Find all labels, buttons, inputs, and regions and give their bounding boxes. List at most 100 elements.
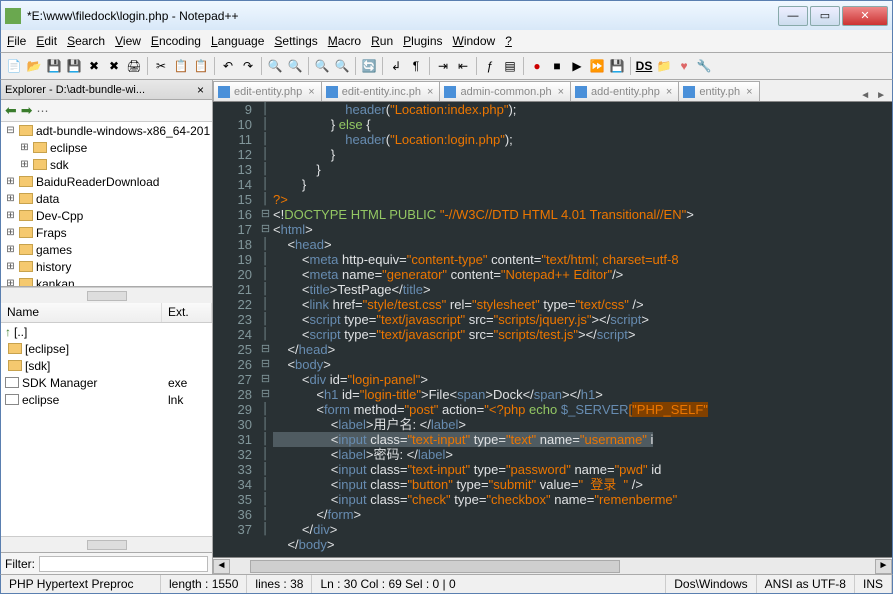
menu-run[interactable]: Run — [371, 34, 393, 48]
play-multi-icon[interactable]: ⏩ — [588, 57, 606, 75]
status-position: Ln : 30 Col : 69 Sel : 0 | 0 — [312, 575, 666, 593]
tab-close-icon[interactable]: × — [306, 86, 316, 98]
zoom-out-icon[interactable]: 🔍 — [333, 57, 351, 75]
map-icon[interactable]: ▤ — [501, 57, 519, 75]
tabs-left-icon[interactable]: ◄ — [858, 90, 872, 101]
app-icon — [5, 8, 21, 24]
cut-icon[interactable]: ✂ — [152, 57, 170, 75]
open-file-icon[interactable]: 📂 — [25, 57, 43, 75]
close-all-icon[interactable]: ✖ — [105, 57, 123, 75]
tree-row[interactable]: ⊞games — [1, 241, 212, 258]
tab-close-icon[interactable]: × — [664, 86, 674, 98]
fav-icon[interactable]: ♥ — [675, 57, 693, 75]
menu-edit[interactable]: Edit — [36, 34, 57, 48]
tab-close-icon[interactable]: × — [744, 86, 754, 98]
maximize-button[interactable]: ▭ — [810, 6, 840, 26]
tree-row[interactable]: ⊟adt-bundle-windows-x86_64-201 — [1, 122, 212, 139]
editor-tab[interactable]: edit-entity.php× — [213, 81, 322, 101]
wrap-icon[interactable]: ↲ — [387, 57, 405, 75]
save-macro-icon[interactable]: 💾 — [608, 57, 626, 75]
explorer-icon[interactable]: 📁 — [655, 57, 673, 75]
list-scrollbar[interactable] — [1, 536, 212, 552]
explorer-header: Explorer - D:\adt-bundle-wi... × — [1, 80, 212, 100]
outdent-icon[interactable]: ⇤ — [454, 57, 472, 75]
status-insert: INS — [855, 575, 892, 593]
func-list-icon[interactable]: ƒ — [481, 57, 499, 75]
menu-search[interactable]: Search — [67, 34, 105, 48]
editor-tab[interactable]: admin-common.ph× — [439, 81, 571, 101]
list-item[interactable]: [eclipse] — [1, 340, 212, 357]
filter-label: Filter: — [5, 557, 35, 571]
nav-fwd-icon[interactable]: ➡ — [21, 102, 33, 119]
tree-row[interactable]: ⊞history — [1, 258, 212, 275]
list-item[interactable]: eclipselnk — [1, 391, 212, 408]
plugin-icon[interactable]: 🔧 — [695, 57, 713, 75]
tree-row[interactable]: ⊞eclipse — [1, 139, 212, 156]
explorer-close-icon[interactable]: × — [193, 83, 208, 97]
sync-icon[interactable]: 🔄 — [360, 57, 378, 75]
tree-row[interactable]: ⊞BaiduReaderDownload — [1, 173, 212, 190]
explorer-panel: Explorer - D:\adt-bundle-wi... × ⬅ ➡ ⋯ ⊟… — [1, 80, 213, 574]
list-item[interactable]: ↑[..] — [1, 323, 212, 340]
play-icon[interactable]: ▶ — [568, 57, 586, 75]
menu-window[interactable]: Window — [453, 34, 496, 48]
menu-?[interactable]: ? — [505, 34, 512, 48]
editor-hscrollbar[interactable]: ◄ ► — [213, 557, 892, 574]
tree-row[interactable]: ⊞kankan — [1, 275, 212, 287]
tree-row[interactable]: ⊞Fraps — [1, 224, 212, 241]
col-ext[interactable]: Ext. — [162, 303, 212, 322]
nav-more-icon[interactable]: ⋯ — [36, 104, 48, 118]
tree-row[interactable]: ⊞data — [1, 190, 212, 207]
code-editor[interactable]: header("Location:index.php"); } else { h… — [273, 102, 892, 557]
editor-tabs: edit-entity.php×edit-entity.inc.ph×admin… — [213, 80, 892, 102]
save-all-icon[interactable]: 💾 — [65, 57, 83, 75]
folder-tree[interactable]: ⊟adt-bundle-windows-x86_64-201⊞eclipse⊞s… — [1, 122, 212, 287]
new-file-icon[interactable]: 📄 — [5, 57, 23, 75]
replace-icon[interactable]: 🔍 — [286, 57, 304, 75]
tree-row[interactable]: ⊞sdk — [1, 156, 212, 173]
tab-close-icon[interactable]: × — [425, 86, 435, 98]
record-icon[interactable]: ● — [528, 57, 546, 75]
stop-icon[interactable]: ■ — [548, 57, 566, 75]
menu-plugins[interactable]: Plugins — [403, 34, 442, 48]
fold-column[interactable]: │││││││⊟⊟│││││││⊟⊟⊟⊟│││││││││ — [258, 102, 273, 557]
list-item[interactable]: [sdk] — [1, 357, 212, 374]
tree-row[interactable]: ⊞Dev-Cpp — [1, 207, 212, 224]
redo-icon[interactable]: ↷ — [239, 57, 257, 75]
menu-language[interactable]: Language — [211, 34, 264, 48]
nav-back-icon[interactable]: ⬅ — [5, 102, 17, 119]
editor-tab[interactable]: entity.ph× — [678, 81, 759, 101]
line-gutter[interactable]: 9101112131415161718192021222324252627282… — [213, 102, 258, 557]
menu-settings[interactable]: Settings — [274, 34, 317, 48]
main-toolbar: 📄 📂 💾 💾 ✖ ✖ 🖨 ✂ 📋 📋 ↶ ↷ 🔍 🔍 🔍 🔍 🔄 ↲ ¶ ⇥ … — [0, 52, 893, 80]
tab-close-icon[interactable]: × — [556, 86, 566, 98]
status-eol: Dos\Windows — [666, 575, 756, 593]
save-icon[interactable]: 💾 — [45, 57, 63, 75]
find-icon[interactable]: 🔍 — [266, 57, 284, 75]
menu-encoding[interactable]: Encoding — [151, 34, 201, 48]
scroll-left-icon[interactable]: ◄ — [213, 559, 230, 574]
window-titlebar: *E:\www\filedock\login.php - Notepad++ —… — [0, 0, 893, 30]
menu-macro[interactable]: Macro — [328, 34, 361, 48]
tree-scrollbar[interactable] — [1, 287, 212, 303]
copy-icon[interactable]: 📋 — [172, 57, 190, 75]
undo-icon[interactable]: ↶ — [219, 57, 237, 75]
close-button[interactable]: ✕ — [842, 6, 888, 26]
menu-view[interactable]: View — [115, 34, 141, 48]
doc-switch-icon[interactable]: DS — [635, 57, 653, 75]
paste-icon[interactable]: 📋 — [192, 57, 210, 75]
print-icon[interactable]: 🖨 — [125, 57, 143, 75]
tabs-right-icon[interactable]: ► — [874, 90, 888, 101]
menu-file[interactable]: File — [7, 34, 26, 48]
filter-input[interactable] — [39, 556, 208, 572]
minimize-button[interactable]: — — [778, 6, 808, 26]
scroll-right-icon[interactable]: ► — [875, 559, 892, 574]
editor-tab[interactable]: add-entity.php× — [570, 81, 679, 101]
zoom-in-icon[interactable]: 🔍 — [313, 57, 331, 75]
col-name[interactable]: Name — [1, 303, 162, 322]
close-icon[interactable]: ✖ — [85, 57, 103, 75]
chars-icon[interactable]: ¶ — [407, 57, 425, 75]
editor-tab[interactable]: edit-entity.inc.ph× — [321, 81, 441, 101]
indent-icon[interactable]: ⇥ — [434, 57, 452, 75]
list-item[interactable]: SDK Managerexe — [1, 374, 212, 391]
